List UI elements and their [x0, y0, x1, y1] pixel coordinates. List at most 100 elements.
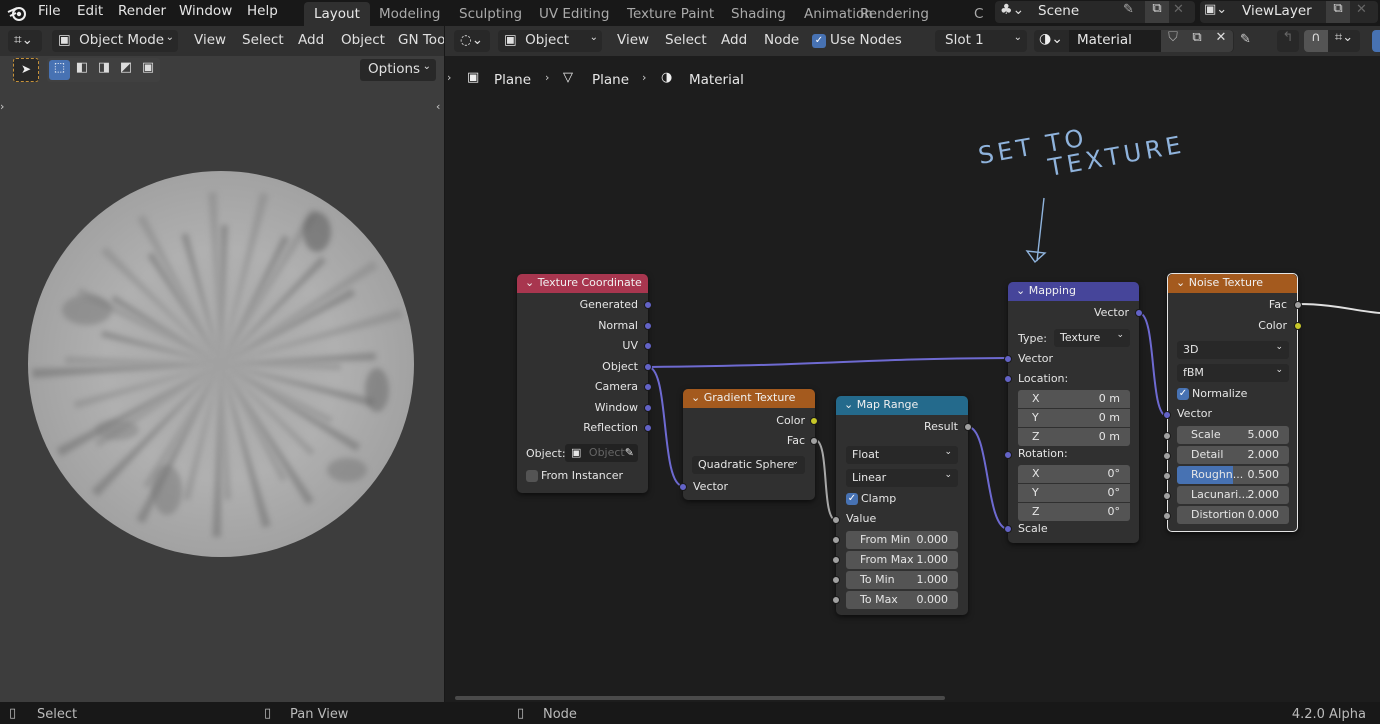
node-header[interactable]: ⌄ Gradient Texture: [683, 389, 815, 408]
socket-color[interactable]: [810, 417, 818, 425]
unlink-material-icon[interactable]: ✕: [1209, 30, 1233, 52]
location-x-field[interactable]: X 0 m: [1018, 390, 1130, 408]
duplicate-scene-icon[interactable]: ⧉: [1145, 1, 1169, 23]
socket-vector-out[interactable]: [1135, 309, 1143, 317]
gradient-type-dropdown[interactable]: Quadratic Sphere ⌄: [692, 456, 805, 474]
socket-location[interactable]: [1004, 375, 1012, 383]
socket-object[interactable]: [644, 363, 652, 371]
viewlayer-selector[interactable]: ▣⌄ ViewLayer ⧉ ✕: [1200, 1, 1378, 23]
socket-scale[interactable]: [1004, 525, 1012, 533]
slot-dropdown[interactable]: Slot 1 ⌄: [935, 30, 1027, 52]
fake-user-shield-icon[interactable]: ⛉: [1161, 30, 1185, 52]
socket-value[interactable]: [832, 516, 840, 524]
tab-uv-editing[interactable]: UV Editing: [529, 2, 619, 26]
editor-type-button[interactable]: ⌗⌄: [8, 30, 42, 52]
3d-viewport[interactable]: ➤ ⬚ ◧ ◨ ◩ ▣ Options ⌄ › ‹: [0, 56, 444, 702]
select-extend-icon[interactable]: ◧: [72, 60, 92, 80]
viewport-menu-view[interactable]: View: [194, 32, 226, 48]
duplicate-viewlayer-icon[interactable]: ⧉: [1326, 1, 1350, 23]
socket-vector-in[interactable]: [1163, 411, 1171, 419]
menu-window[interactable]: Window: [179, 3, 232, 19]
mode-dropdown[interactable]: ▣ Object Mode ⌄: [52, 30, 178, 52]
tab-modeling[interactable]: Modeling: [369, 2, 450, 26]
collapse-chevron-icon[interactable]: ⌄: [844, 398, 853, 411]
socket-camera[interactable]: [644, 383, 652, 391]
node-menu-view[interactable]: View: [617, 32, 649, 48]
socket-to-max[interactable]: [832, 596, 840, 604]
tab-rendering-label[interactable]: Rendering: [850, 2, 939, 26]
node-mapping[interactable]: ⌄ Mapping Vector Type: Texture ⌄ Vector …: [1004, 282, 1143, 543]
from-min-field[interactable]: From Min 0.000: [846, 531, 958, 549]
lacunarity-field[interactable]: Lacunari... 2.000: [1177, 486, 1289, 504]
node-texture-coordinate[interactable]: ⌄ Texture Coordinate Generated Normal UV…: [517, 274, 652, 493]
editor-type-button[interactable]: ◌⌄: [454, 30, 490, 52]
socket-to-min[interactable]: [832, 576, 840, 584]
noise-type-dropdown[interactable]: fBM ⌄: [1177, 364, 1289, 382]
viewlayer-name[interactable]: ViewLayer: [1242, 3, 1312, 19]
socket-from-max[interactable]: [832, 556, 840, 564]
socket-distortion[interactable]: [1163, 512, 1171, 520]
viewport-menu-gn-tools[interactable]: GN Too: [398, 32, 444, 48]
node-menu-select[interactable]: Select: [665, 32, 707, 48]
socket-reflection[interactable]: [644, 424, 652, 432]
node-header[interactable]: ⌄ Mapping: [1008, 282, 1139, 301]
blender-logo-icon[interactable]: [7, 4, 27, 22]
mapping-type-dropdown[interactable]: Texture ⌄: [1054, 329, 1130, 347]
socket-generated[interactable]: [644, 301, 652, 309]
delete-viewlayer-icon[interactable]: ✕: [1356, 2, 1367, 17]
sidebar-expand-icon[interactable]: ‹: [436, 100, 440, 113]
tab-layout[interactable]: Layout: [304, 2, 370, 26]
node-noise-texture[interactable]: ⌄ Noise Texture Fac Color 3D ⌄ fBM ⌄ ✓ N…: [1163, 273, 1302, 532]
node-map-range[interactable]: ⌄ Map Range Result Float ⌄ Linear ⌄ ✓ Cl…: [832, 396, 972, 615]
tab-compositing[interactable]: C: [964, 2, 993, 26]
object-picker-field[interactable]: ▣ Object ✎: [565, 444, 638, 462]
normalize-checkbox[interactable]: ✓: [1177, 388, 1189, 400]
horizontal-scrollbar[interactable]: [455, 696, 945, 700]
rotation-z-field[interactable]: Z 0°: [1018, 503, 1130, 521]
menu-help[interactable]: Help: [247, 3, 278, 19]
menu-edit[interactable]: Edit: [77, 3, 103, 19]
select-subtract-icon[interactable]: ◨: [94, 60, 114, 80]
parent-node-tree-icon[interactable]: ↰: [1277, 30, 1299, 52]
collapse-chevron-icon[interactable]: ⌄: [1016, 284, 1025, 297]
collapse-chevron-icon[interactable]: ⌄: [525, 276, 534, 289]
distortion-field[interactable]: Distortion 0.000: [1177, 506, 1289, 524]
overlay-toggle-button[interactable]: [1372, 30, 1380, 52]
material-name-field[interactable]: Material: [1069, 30, 1161, 52]
scene-selector[interactable]: ♣⌄ Scene ✎ ⧉ ✕: [995, 1, 1195, 23]
node-menu-node[interactable]: Node: [764, 32, 799, 48]
collapse-chevron-icon[interactable]: ⌄: [691, 391, 700, 404]
viewport-menu-select[interactable]: Select: [242, 32, 284, 48]
socket-fac[interactable]: [1294, 301, 1302, 309]
viewport-menu-add[interactable]: Add: [298, 32, 324, 48]
to-max-field[interactable]: To Max 0.000: [846, 591, 958, 609]
scale-field[interactable]: Scale 5.000: [1177, 426, 1289, 444]
material-icon[interactable]: ◑⌄: [1039, 31, 1063, 47]
pin-icon[interactable]: ✎: [1240, 32, 1251, 47]
socket-window[interactable]: [644, 404, 652, 412]
select-invert-icon[interactable]: ◩: [116, 60, 136, 80]
snap-magnet-icon[interactable]: ∩: [1304, 30, 1328, 52]
node-header[interactable]: ⌄ Noise Texture: [1168, 274, 1297, 293]
delete-scene-icon[interactable]: ✕: [1173, 2, 1184, 17]
socket-normal[interactable]: [644, 322, 652, 330]
rotation-y-field[interactable]: Y 0°: [1018, 484, 1130, 502]
menu-render[interactable]: Render: [118, 3, 166, 19]
socket-result[interactable]: [964, 423, 972, 431]
detail-field[interactable]: Detail 2.000: [1177, 446, 1289, 464]
node-gradient-texture[interactable]: ⌄ Gradient Texture Color Fac Quadratic S…: [679, 389, 818, 500]
location-z-field[interactable]: Z 0 m: [1018, 428, 1130, 446]
socket-scale[interactable]: [1163, 432, 1171, 440]
socket-vector-in[interactable]: [679, 483, 687, 491]
socket-lacunarity[interactable]: [1163, 492, 1171, 500]
node-header[interactable]: ⌄ Map Range: [836, 396, 968, 415]
node-menu-add[interactable]: Add: [721, 32, 747, 48]
shader-type-dropdown[interactable]: ▣ Object ⌄: [498, 30, 602, 52]
pin-icon[interactable]: ✎: [1123, 2, 1134, 17]
socket-from-min[interactable]: [832, 536, 840, 544]
use-nodes-checkbox[interactable]: ✓: [812, 34, 826, 48]
duplicate-material-icon[interactable]: ⧉: [1185, 30, 1209, 52]
options-dropdown[interactable]: Options ⌄: [360, 59, 436, 81]
socket-roughness[interactable]: [1163, 472, 1171, 480]
menu-file[interactable]: File: [38, 3, 61, 19]
